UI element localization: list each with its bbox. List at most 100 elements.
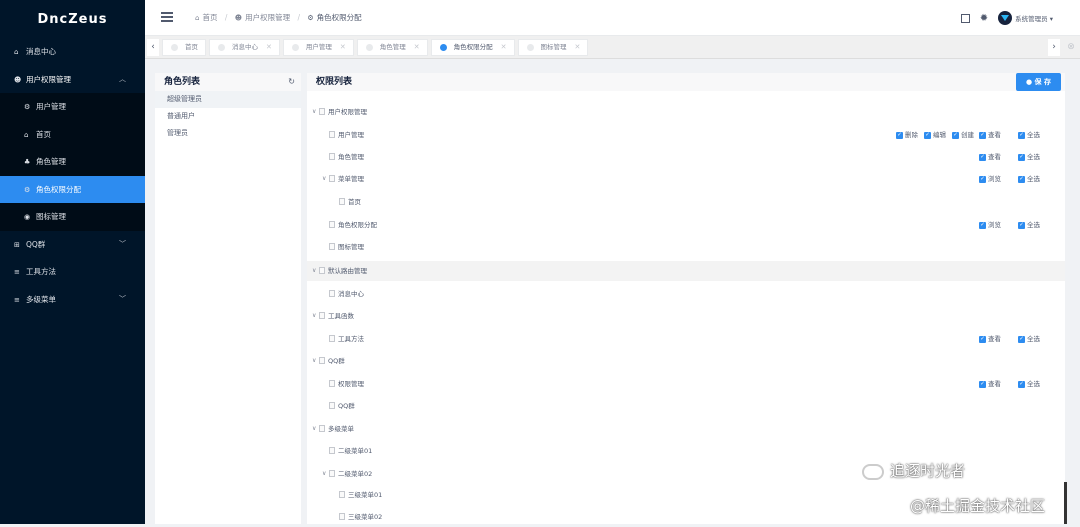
tree-node[interactable]: QQ群 xyxy=(307,396,1065,416)
close-icon[interactable]: ✕ xyxy=(414,39,420,56)
tree-node[interactable]: 权限管理 ✓ 查看 ✓ 全选 xyxy=(307,374,1065,394)
node-checkbox[interactable] xyxy=(329,380,335,387)
chevron-down-icon[interactable]: ∨ xyxy=(312,351,316,371)
sidebar-item[interactable]: ☻ 用户权限管理 ︿ xyxy=(0,66,145,94)
tab-item[interactable]: 消息中心 ✕ xyxy=(209,39,280,56)
tree-node[interactable]: 角色权限分配 ✓ 浏览 ✓ 全选 xyxy=(307,215,1065,235)
node-checkbox[interactable] xyxy=(329,243,335,250)
node-checkbox[interactable] xyxy=(329,470,335,477)
permission-option[interactable]: ✓ 删除 xyxy=(896,125,918,145)
tree-node[interactable]: 用户管理 ✓ 删除 ✓ 编辑 ✓ 创建 ✓ 查看 ✓ 全选 xyxy=(307,125,1065,145)
node-checkbox[interactable] xyxy=(329,153,335,160)
permission-option[interactable]: ✓ 编辑 xyxy=(924,125,946,145)
node-checkbox[interactable] xyxy=(319,357,325,364)
role-item[interactable]: 超级管理员 xyxy=(155,91,301,108)
menu-toggle-icon[interactable] xyxy=(161,12,173,22)
checkbox-checked-icon[interactable]: ✓ xyxy=(1018,153,1025,161)
permission-option[interactable]: ✓ 全选 xyxy=(1018,125,1040,145)
role-item[interactable]: 普通用户 xyxy=(155,108,301,125)
tree-node[interactable]: ∨ 多级菜单 xyxy=(307,419,1065,439)
sidebar-item[interactable]: ⌂ 消息中心 xyxy=(0,38,145,66)
tree-node[interactable]: ∨ 用户权限管理 xyxy=(307,102,1065,122)
sidebar-item[interactable]: ⌂ 首页 xyxy=(0,121,145,149)
tree-node[interactable]: 工具方法 ✓ 查看 ✓ 全选 xyxy=(307,329,1065,349)
chevron-down-icon[interactable]: ∨ xyxy=(312,419,316,439)
chevron-down-icon[interactable]: ∨ xyxy=(322,169,326,189)
checkbox-checked-icon[interactable]: ✓ xyxy=(979,221,986,229)
checkbox-checked-icon[interactable]: ✓ xyxy=(1018,335,1025,343)
permission-option[interactable]: ✓ 全选 xyxy=(1018,374,1040,394)
breadcrumb-item[interactable]: 用户权限管理 xyxy=(245,13,290,22)
sidebar-item[interactable]: ⚙ 用户管理 xyxy=(0,93,145,121)
tab-item[interactable]: 用户管理 ✕ xyxy=(282,39,354,56)
tree-node[interactable]: ∨ QQ群 xyxy=(307,351,1065,371)
tab-item[interactable]: 首页 xyxy=(162,39,206,56)
node-checkbox[interactable] xyxy=(319,312,325,319)
tree-node[interactable]: ∨ 工具函数 xyxy=(307,306,1065,326)
node-checkbox[interactable] xyxy=(329,131,335,138)
sidebar-item[interactable]: ⊞ QQ群 ﹀ xyxy=(0,231,145,259)
checkbox-checked-icon[interactable]: ✓ xyxy=(979,131,986,139)
chevron-down-icon[interactable]: ∨ xyxy=(312,102,316,122)
bug-icon[interactable]: ✹ xyxy=(980,13,988,24)
checkbox-checked-icon[interactable]: ✓ xyxy=(1018,221,1025,229)
node-checkbox[interactable] xyxy=(329,402,335,409)
permission-option[interactable]: ✓ 全选 xyxy=(1018,169,1040,189)
chevron-down-icon[interactable]: ∨ xyxy=(312,306,316,326)
tree-node[interactable]: 图标管理 xyxy=(307,237,1065,257)
permission-option[interactable]: ✓ 查看 xyxy=(979,374,1001,394)
node-checkbox[interactable] xyxy=(319,267,325,274)
tree-node[interactable]: 首页 xyxy=(307,192,1065,212)
tree-node[interactable]: 角色管理 ✓ 查看 ✓ 全选 xyxy=(307,147,1065,167)
node-checkbox[interactable] xyxy=(329,447,335,454)
node-checkbox[interactable] xyxy=(329,175,335,182)
permission-option[interactable]: ✓ 浏览 xyxy=(979,169,1001,189)
scroll-left-icon[interactable]: ‹ xyxy=(147,39,159,56)
checkbox-checked-icon[interactable]: ✓ xyxy=(896,131,903,139)
avatar[interactable] xyxy=(998,11,1013,25)
checkbox-checked-icon[interactable]: ✓ xyxy=(1018,175,1025,183)
tree-node[interactable]: 消息中心 xyxy=(307,284,1065,304)
close-icon[interactable]: ✕ xyxy=(340,39,346,56)
tree-node[interactable]: ∨ 菜单管理 ✓ 浏览 ✓ 全选 xyxy=(307,169,1065,189)
sidebar-item[interactable]: ⚙ 角色权限分配 xyxy=(0,175,145,203)
close-all-icon[interactable]: ⊗ xyxy=(1064,39,1078,56)
tree-node[interactable]: 二级菜单01 xyxy=(307,441,1065,461)
permission-option[interactable]: ✓ 查看 xyxy=(979,147,1001,167)
node-checkbox[interactable] xyxy=(329,221,335,228)
node-checkbox[interactable] xyxy=(339,198,345,205)
close-icon[interactable]: ✕ xyxy=(266,39,272,56)
permission-option[interactable]: ✓ 查看 xyxy=(979,125,1001,145)
node-checkbox[interactable] xyxy=(339,513,345,520)
permission-option[interactable]: ✓ 查看 xyxy=(979,329,1001,349)
tab-item[interactable]: 图标管理 ✕ xyxy=(517,39,589,56)
permission-option[interactable]: ✓ 全选 xyxy=(1018,329,1040,349)
node-checkbox[interactable] xyxy=(329,335,335,342)
tree-node[interactable]: ∨ 默认路由管理 xyxy=(307,261,1065,281)
fullscreen-icon[interactable] xyxy=(960,13,970,23)
checkbox-checked-icon[interactable]: ✓ xyxy=(979,153,986,161)
checkbox-checked-icon[interactable]: ✓ xyxy=(924,131,931,139)
close-icon[interactable]: ✕ xyxy=(575,39,581,56)
sidebar-item[interactable]: ≡ 多级菜单 ﹀ xyxy=(0,286,145,314)
node-checkbox[interactable] xyxy=(319,425,325,432)
checkbox-checked-icon[interactable]: ✓ xyxy=(1018,380,1025,388)
permission-option[interactable]: ✓ 全选 xyxy=(1018,147,1040,167)
role-item[interactable]: 管理员 xyxy=(155,125,301,142)
checkbox-checked-icon[interactable]: ✓ xyxy=(1018,131,1025,139)
scrollbar[interactable] xyxy=(1064,482,1067,524)
breadcrumb-item[interactable]: 首页 xyxy=(202,13,217,22)
checkbox-checked-icon[interactable]: ✓ xyxy=(979,380,986,388)
user-menu[interactable]: 系统管理员 ▾ xyxy=(1015,13,1053,23)
checkbox-checked-icon[interactable]: ✓ xyxy=(952,131,959,139)
save-button[interactable]: ● 保 存 xyxy=(1016,73,1061,91)
checkbox-checked-icon[interactable]: ✓ xyxy=(979,175,986,183)
node-checkbox[interactable] xyxy=(319,108,325,115)
chevron-down-icon[interactable]: ∨ xyxy=(322,464,326,484)
node-checkbox[interactable] xyxy=(339,491,345,498)
chevron-down-icon[interactable]: ∨ xyxy=(312,261,316,281)
sidebar-item[interactable]: ◉ 图标管理 xyxy=(0,203,145,231)
close-icon[interactable]: ✕ xyxy=(501,39,507,56)
permission-option[interactable]: ✓ 浏览 xyxy=(979,215,1001,235)
scroll-right-icon[interactable]: › xyxy=(1048,39,1060,56)
